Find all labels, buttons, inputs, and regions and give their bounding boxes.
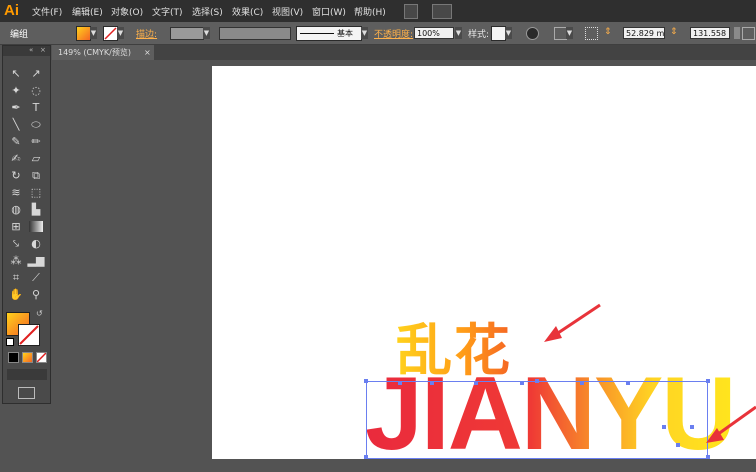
- arrow-to-jianyu: [706, 405, 756, 443]
- arrow-to-hanzi: [544, 303, 601, 342]
- annotation-arrows: [544, 303, 756, 443]
